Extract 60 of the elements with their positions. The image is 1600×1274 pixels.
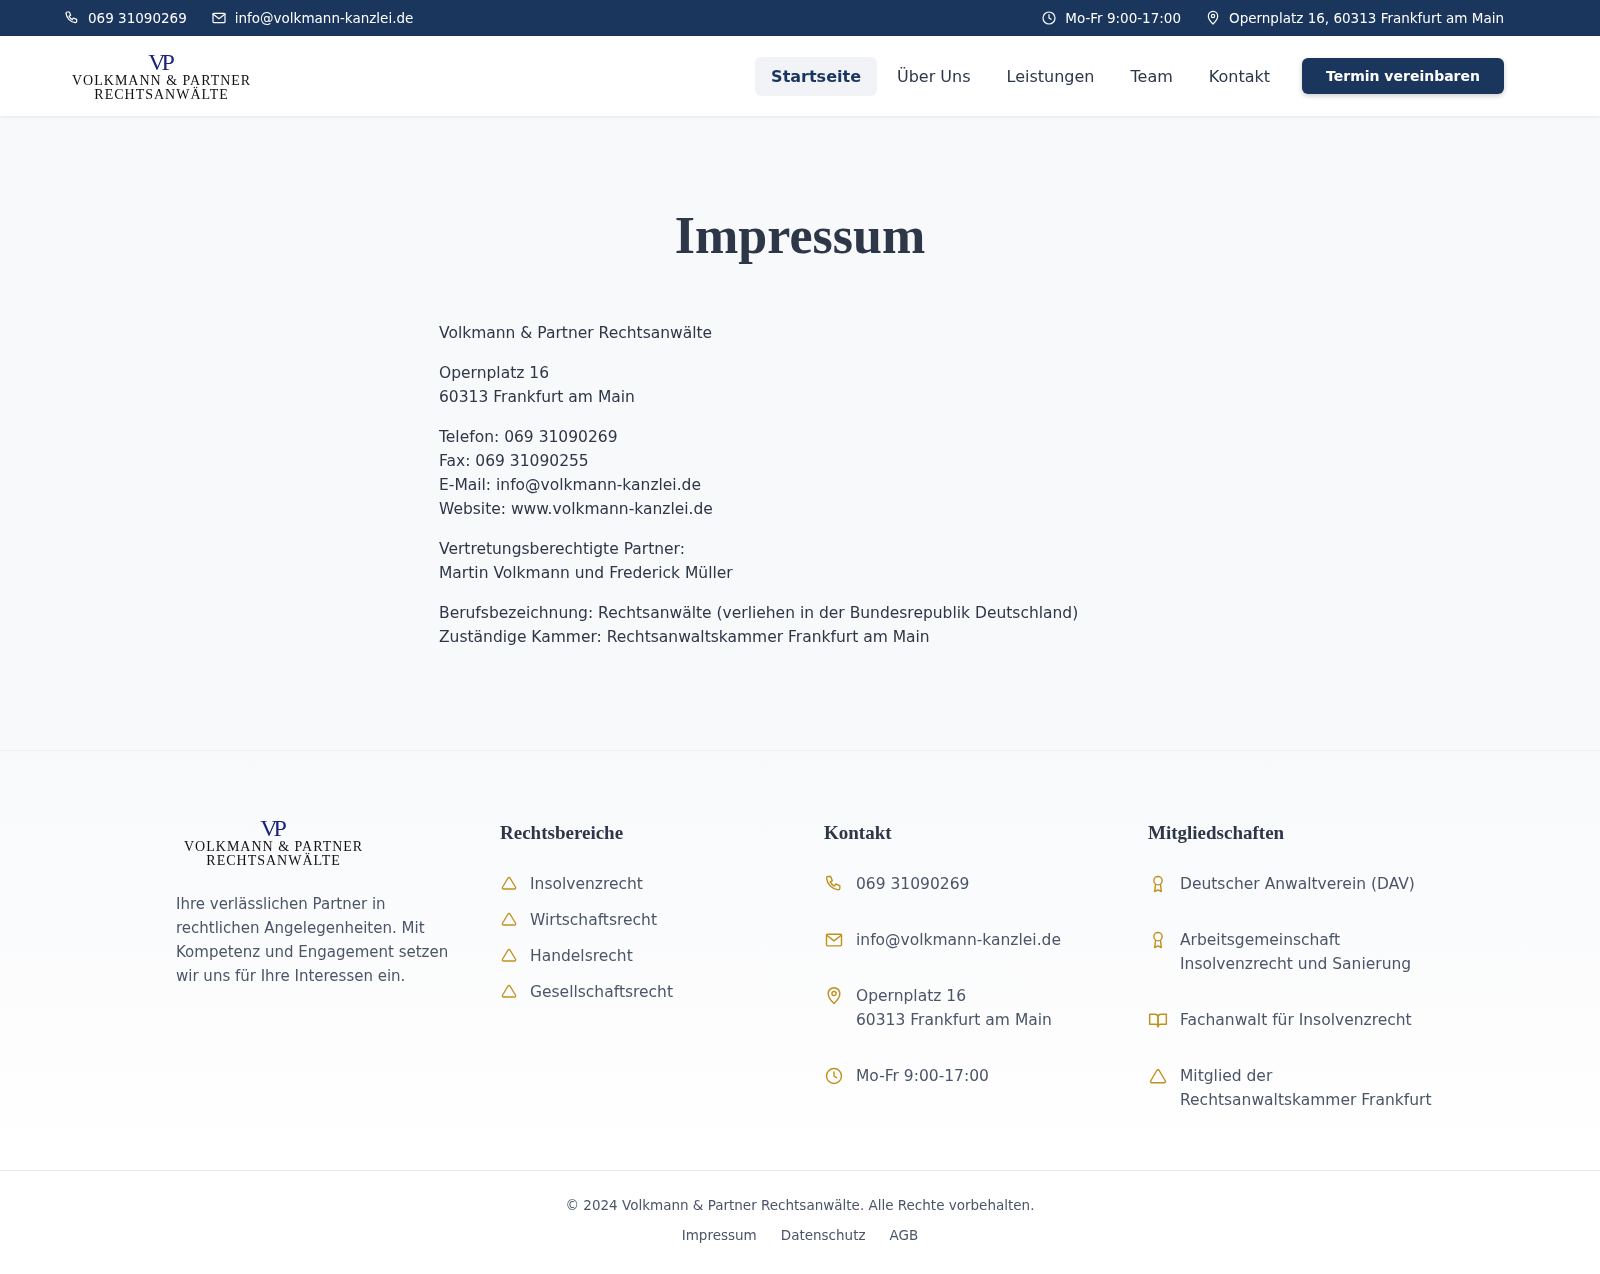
triangle-icon bbox=[500, 910, 518, 928]
footer-text: Deutscher Anwaltverein (DAV) bbox=[1180, 874, 1415, 895]
footer-link[interactable]: Datenschutz bbox=[780, 1227, 866, 1243]
footer-description: Ihre verlässlichen Partner in rechtlichen Angelegenheiten. Mit Kompetenz und Engagement setzen wir uns für Ihre Interessen ein. bbox=[176, 894, 450, 987]
imprint-text: Vertretungsberechtigte Partner: bbox=[439, 539, 686, 560]
nav-link[interactable]: Startseite bbox=[755, 56, 877, 96]
nav-link[interactable]: Kontakt bbox=[1192, 56, 1287, 96]
imprint-text: 60313 Frankfurt am Main bbox=[439, 387, 636, 408]
footer-text: 069 31090269 bbox=[856, 874, 970, 895]
footer-text: Insolvenzrecht bbox=[530, 874, 643, 895]
imprint-text: Volkmann & Partner Rechtsanwälte bbox=[439, 323, 714, 344]
imprint-text: Fax: 069 31090255 bbox=[439, 451, 590, 472]
nav-link[interactable]: Über Uns bbox=[881, 56, 987, 96]
page-title: Impressum bbox=[674, 206, 926, 265]
open-book-icon bbox=[1148, 1010, 1168, 1030]
copyright-text: © 2024 Volkmann & Partner Rechtsanwälte. Alle Rechte vorbehalten. bbox=[565, 1197, 1035, 1213]
appointment-button[interactable]: Termin vereinbaren bbox=[1302, 58, 1504, 94]
footer-text: Arbeitsgemeinschaft bbox=[1180, 930, 1342, 951]
logo[interactable]: VP VOLKMANN & PARTNER RECHTSANWÄLTE bbox=[72, 50, 252, 102]
imprint-text: Website: www.volkmann-kanzlei.de bbox=[439, 499, 714, 520]
footer-heading: Rechtsbereiche bbox=[500, 822, 624, 844]
mail-icon bbox=[210, 10, 227, 26]
footer-text: Mitglied der bbox=[1180, 1066, 1274, 1087]
logo[interactable]: VP VOLKMANN & PARTNER RECHTSANWÄLTE bbox=[184, 816, 364, 868]
triangle-icon bbox=[500, 982, 518, 1000]
footer-heading: Mitgliedschaften bbox=[1148, 822, 1285, 844]
footer-text: Handelsrecht bbox=[530, 946, 633, 967]
nav-link[interactable]: Leistungen bbox=[990, 56, 1111, 96]
footer-text: Insolvenzrecht und Sanierung bbox=[1180, 954, 1412, 975]
nav-link[interactable]: Team bbox=[1114, 56, 1189, 96]
triangle-icon bbox=[500, 874, 518, 892]
top-bar-text: Mo-Fr 9:00-17:00 bbox=[1065, 10, 1181, 26]
footer-text: Wirtschaftsrecht bbox=[530, 910, 657, 931]
clock-icon bbox=[1041, 10, 1058, 26]
top-bar-text: 069 31090269 bbox=[88, 10, 187, 26]
clock-icon bbox=[824, 1066, 844, 1086]
top-bar-text: info@volkmann-kanzlei.de bbox=[234, 10, 414, 26]
triangle-icon bbox=[500, 946, 518, 964]
location-pin-icon bbox=[824, 986, 844, 1006]
footer-text: info@volkmann-kanzlei.de bbox=[856, 930, 1061, 951]
imprint-text: Telefon: 069 31090269 bbox=[439, 427, 619, 448]
footer-text: Fachanwalt für Insolvenzrecht bbox=[1180, 1010, 1412, 1031]
top-bar-text: Opernplatz 16, 60313 Frankfurt am Main bbox=[1229, 10, 1504, 26]
phone-icon bbox=[64, 10, 80, 26]
imprint-text: E-Mail: info@volkmann-kanzlei.de bbox=[439, 475, 702, 496]
footer-link[interactable]: AGB bbox=[889, 1227, 919, 1243]
location-pin-icon bbox=[1205, 10, 1221, 26]
imprint-text: Berufsbezeichnung: Rechtsanwälte (verliehen in der Bundesrepublik Deutschland) bbox=[439, 603, 1080, 624]
mail-icon bbox=[824, 930, 844, 950]
footer-text: 60313 Frankfurt am Main bbox=[856, 1010, 1052, 1031]
footer-text: Gesellschaftsrecht bbox=[530, 982, 674, 1003]
footer-heading: Kontakt bbox=[824, 822, 892, 844]
footer-link[interactable]: Impressum bbox=[681, 1227, 757, 1243]
footer-text: Rechtsanwaltskammer Frankfurt bbox=[1180, 1090, 1432, 1111]
footer-text: Mo-Fr 9:00-17:00 bbox=[856, 1066, 989, 1087]
triangle-icon bbox=[1148, 1066, 1168, 1086]
imprint-text: Martin Volkmann und Frederick Müller bbox=[439, 563, 734, 584]
imprint-text: Zuständige Kammer: Rechtsanwaltskammer Frankfurt am Main bbox=[439, 627, 931, 648]
imprint-text: Opernplatz 16 bbox=[439, 363, 550, 384]
footer-text: Opernplatz 16 bbox=[856, 986, 967, 1007]
